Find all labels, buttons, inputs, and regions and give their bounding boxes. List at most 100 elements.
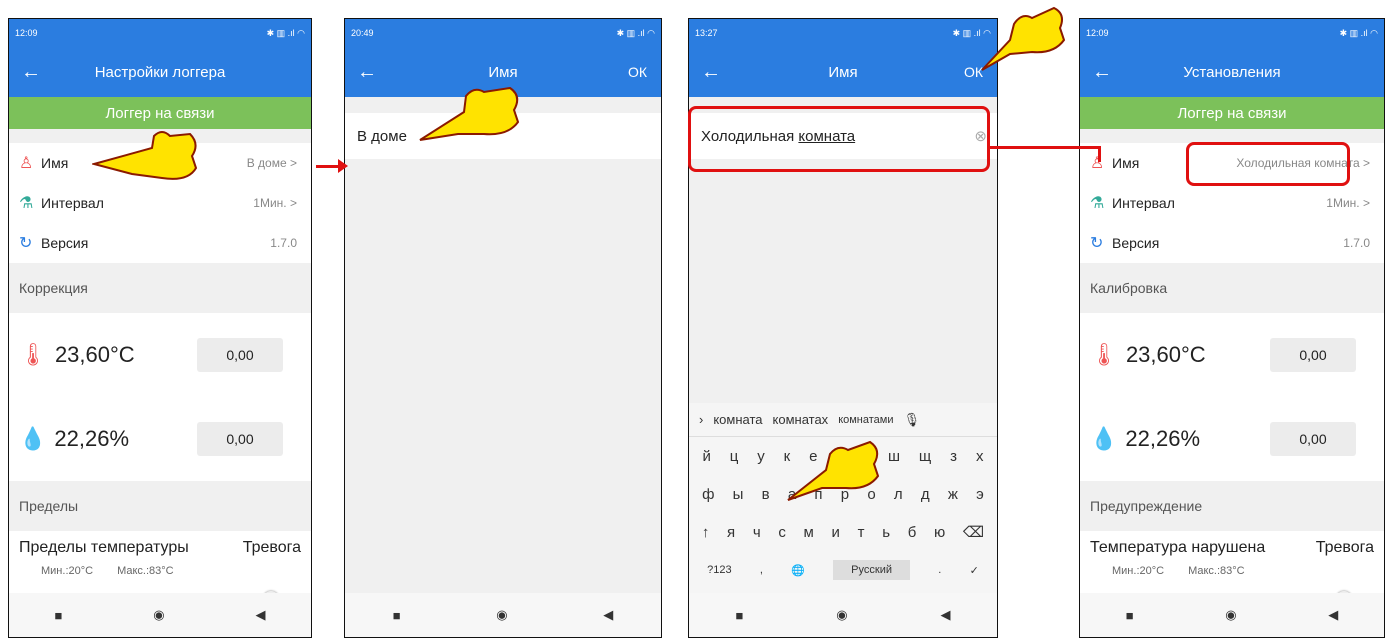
refresh-icon: ↻ bbox=[1090, 235, 1104, 252]
key[interactable]: ш bbox=[888, 448, 900, 465]
interval-row[interactable]: ⚗ Интервал 1Мин. > bbox=[9, 183, 311, 223]
back-arrow-icon[interactable]: ← bbox=[21, 61, 41, 84]
key[interactable]: ⌫ bbox=[963, 523, 984, 541]
system-nav-bar: ■ ◉ ◀ bbox=[345, 593, 661, 637]
key[interactable]: з bbox=[950, 448, 957, 465]
person-icon: ♙ bbox=[19, 155, 34, 172]
temperature-correction-input[interactable]: 0,00 bbox=[1270, 338, 1356, 372]
status-bar: 13:27 ✱ ▥ .ıl ◠ bbox=[689, 19, 997, 47]
connection-status-banner: Логгер на связи bbox=[1080, 97, 1384, 129]
system-nav-bar: ■ ◉ ◀ bbox=[1080, 593, 1384, 637]
space-key[interactable]: Русский bbox=[833, 560, 910, 580]
key[interactable]: ь bbox=[882, 524, 890, 541]
pointing-hand-icon bbox=[92, 131, 198, 180]
status-bar: 12:09 ✱ ▥ .ıl ◠ bbox=[9, 19, 311, 47]
chevron-right-icon: > bbox=[1362, 156, 1370, 170]
key[interactable]: в bbox=[762, 486, 770, 503]
interval-row[interactable]: ⚗ Интервал 1Мин. > bbox=[1080, 183, 1384, 223]
back-nav-icon[interactable]: ◀ bbox=[941, 607, 951, 623]
page-title: Имя bbox=[828, 63, 858, 81]
humidity-row: 💧 22,26% 0,00 bbox=[1080, 397, 1384, 481]
back-nav-icon[interactable]: ◀ bbox=[256, 607, 266, 623]
suggestion[interactable]: комната bbox=[713, 412, 762, 427]
limits-title: Пределы температуры bbox=[19, 539, 189, 556]
row-value: 1.7.0 bbox=[270, 236, 297, 250]
home-icon[interactable]: ◉ bbox=[836, 607, 847, 623]
annotation-arrow bbox=[1098, 146, 1101, 162]
back-arrow-icon[interactable]: ← bbox=[701, 61, 721, 84]
recents-icon[interactable]: ■ bbox=[1126, 608, 1134, 623]
row-value: 1.7.0 bbox=[1343, 236, 1370, 250]
mic-icon[interactable]: 🎙 bbox=[904, 412, 921, 428]
app-bar: ← Имя ОК bbox=[689, 47, 997, 97]
back-nav-icon[interactable]: ◀ bbox=[1328, 607, 1338, 623]
max-label: Макс.:83°C bbox=[1188, 565, 1245, 577]
row-value: В доме bbox=[246, 156, 287, 170]
status-icons: ✱ ▥ .ıl ◠ bbox=[266, 27, 305, 38]
connection-status-banner: Логгер на связи bbox=[9, 97, 311, 129]
key[interactable]: т bbox=[858, 524, 865, 541]
key[interactable]: у bbox=[757, 448, 765, 465]
chevron-right-icon: > bbox=[289, 196, 297, 210]
status-bar: 20:49 ✱ ▥ .ıl ◠ bbox=[345, 19, 661, 47]
key[interactable]: э bbox=[976, 486, 984, 503]
key[interactable]: б bbox=[908, 524, 917, 541]
recents-icon[interactable]: ■ bbox=[735, 608, 743, 623]
key[interactable]: ю bbox=[934, 524, 945, 541]
chevron-right-icon: > bbox=[1362, 196, 1370, 210]
key[interactable]: ✓ bbox=[970, 564, 979, 577]
page-title: Имя bbox=[488, 63, 518, 81]
ok-button[interactable]: ОК bbox=[628, 64, 647, 80]
back-arrow-icon[interactable]: ← bbox=[1092, 61, 1112, 84]
key[interactable]: ч bbox=[753, 524, 761, 541]
humidity-correction-input[interactable]: 0,00 bbox=[1270, 422, 1356, 456]
key[interactable]: х bbox=[976, 448, 984, 465]
key[interactable]: ↑ bbox=[702, 524, 710, 541]
version-row: ↻ Версия 1.7.0 bbox=[9, 223, 311, 263]
key[interactable]: ы bbox=[733, 486, 744, 503]
key[interactable]: д bbox=[921, 486, 930, 503]
alarm-label: Тревога bbox=[242, 539, 301, 556]
temperature-value: 23,60°C bbox=[1125, 342, 1206, 367]
key[interactable]: , bbox=[760, 564, 763, 576]
temperature-row: 🌡 23,60°C 0,00 bbox=[9, 313, 311, 397]
humidity-correction-input[interactable]: 0,00 bbox=[197, 422, 283, 456]
back-arrow-icon[interactable]: ← bbox=[357, 61, 377, 84]
clock: 13:27 bbox=[695, 28, 718, 38]
home-icon[interactable]: ◉ bbox=[496, 607, 507, 623]
clock: 12:09 bbox=[1086, 28, 1109, 38]
key[interactable]: ц bbox=[730, 448, 739, 465]
key[interactable]: . bbox=[938, 564, 941, 576]
key[interactable]: м bbox=[804, 524, 814, 541]
key[interactable]: й bbox=[702, 448, 710, 465]
max-label: Макс.:83°C bbox=[117, 565, 174, 577]
key[interactable]: щ bbox=[919, 448, 931, 465]
min-label: Мин.:20°C bbox=[41, 565, 94, 577]
refresh-icon: ↻ bbox=[19, 235, 33, 252]
key[interactable]: ф bbox=[702, 486, 714, 503]
back-nav-icon[interactable]: ◀ bbox=[603, 607, 613, 623]
suggestion[interactable]: комнатах bbox=[773, 412, 829, 427]
section-header: Калибровка bbox=[1090, 280, 1168, 296]
suggestion-bar: › комната комнатах комнатами 🎙 bbox=[689, 403, 997, 437]
key[interactable]: л bbox=[894, 486, 903, 503]
status-bar: 12:09 ✱ ▥ .ıl ◠ bbox=[1080, 19, 1384, 47]
suggestion[interactable]: комнатами bbox=[838, 414, 893, 426]
temperature-correction-input[interactable]: 0,00 bbox=[197, 338, 283, 372]
phone-screen-settings-updated: 12:09 ✱ ▥ .ıl ◠ ← Установления Логгер на с… bbox=[1079, 18, 1385, 638]
annotation-highlight-name-value bbox=[1186, 142, 1350, 186]
key[interactable]: и bbox=[832, 524, 840, 541]
recents-icon[interactable]: ■ bbox=[393, 608, 401, 623]
temperature-row: 🌡 23,60°C 0,00 bbox=[1080, 313, 1384, 397]
expand-icon[interactable]: › bbox=[699, 412, 703, 427]
key[interactable]: ж bbox=[948, 486, 958, 503]
key[interactable]: 🌐 bbox=[791, 564, 805, 577]
home-icon[interactable]: ◉ bbox=[153, 607, 164, 623]
key[interactable]: ?123 bbox=[707, 564, 731, 576]
pointing-hand-icon bbox=[787, 440, 880, 501]
key[interactable]: я bbox=[727, 524, 735, 541]
home-icon[interactable]: ◉ bbox=[1225, 607, 1236, 623]
flask-icon: ⚗ bbox=[1090, 195, 1105, 212]
key[interactable]: с bbox=[778, 524, 786, 541]
recents-icon[interactable]: ■ bbox=[54, 608, 62, 623]
